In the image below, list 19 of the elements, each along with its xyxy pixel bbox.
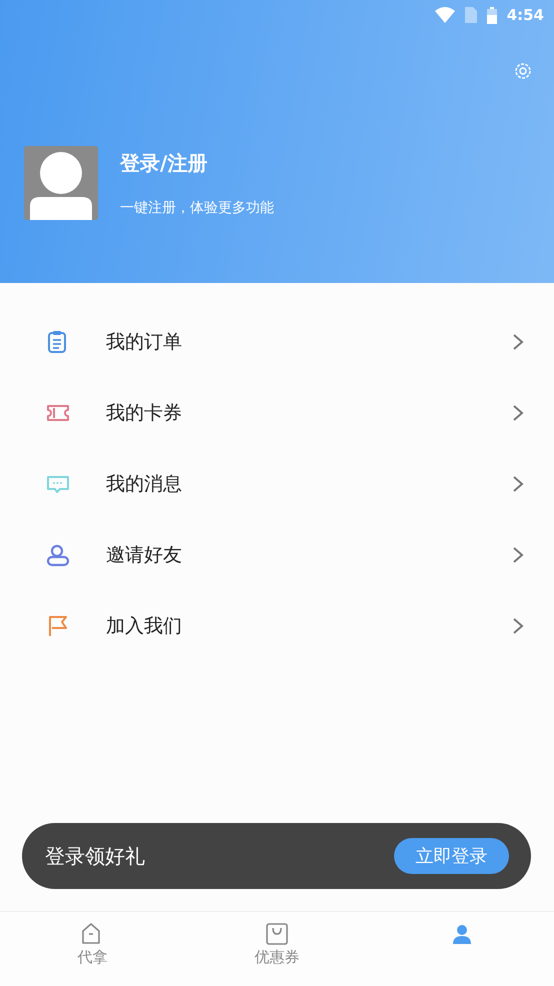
chevron-right-icon <box>512 332 524 350</box>
avatar[interactable] <box>24 146 98 220</box>
settings-icon[interactable] <box>514 62 532 80</box>
banner-text: 登录领好礼 <box>45 842 145 870</box>
no-sim-icon <box>464 7 477 23</box>
menu-item[interactable]: 加入我们 <box>106 612 512 638</box>
chevron-right-icon <box>512 546 524 564</box>
menu-item[interactable]: 我的消息 <box>106 470 512 496</box>
battery-icon <box>486 6 497 24</box>
menu-item[interactable]: 我的订单 <box>106 328 512 354</box>
bag-icon[interactable] <box>265 922 289 946</box>
chevron-right-icon <box>512 616 524 634</box>
chevron-right-icon <box>512 474 524 492</box>
subtitle: 一键注册，体验更多功能 <box>120 198 274 216</box>
clock: 4:54 <box>506 6 544 24</box>
chevron-right-icon <box>512 404 524 422</box>
menu-item[interactable]: 我的卡券 <box>106 400 512 426</box>
wifi-icon <box>434 7 455 23</box>
menu-item[interactable]: 邀请好友 <box>106 542 512 568</box>
